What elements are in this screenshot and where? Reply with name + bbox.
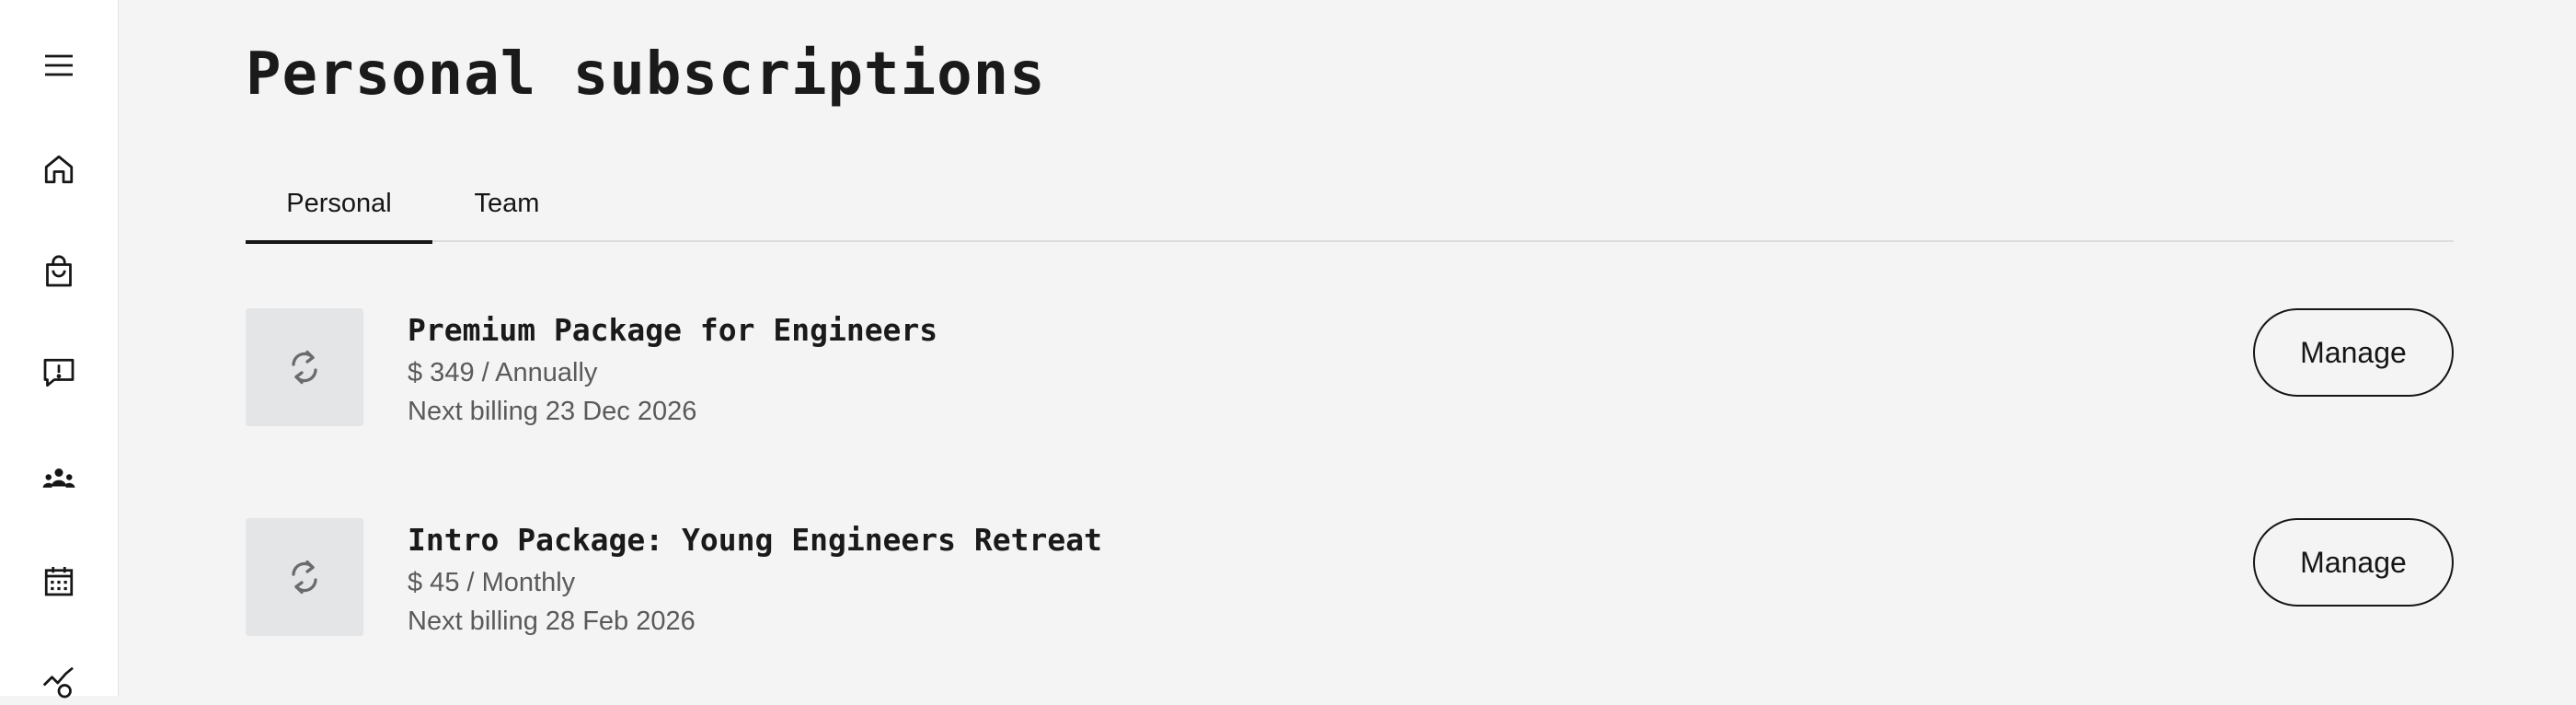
renew-icon <box>292 560 317 595</box>
menu-icon[interactable] <box>37 43 81 87</box>
renew-icon <box>292 350 317 385</box>
tab-personal[interactable]: Personal <box>246 166 432 244</box>
main-content: Personal subscriptions Personal Team Pre… <box>246 0 2454 696</box>
analytics-icon[interactable] <box>37 661 81 705</box>
page-title: Personal subscriptions <box>246 40 1046 109</box>
subscription-item: Intro Package: Young Engineers Retreat $… <box>246 518 2454 638</box>
subscription-price: $ 349 / Annually <box>408 358 598 387</box>
subscription-name: Intro Package: Young Engineers Retreat <box>408 522 1102 558</box>
tab-team[interactable]: Team <box>432 166 581 242</box>
home-icon[interactable] <box>37 147 81 191</box>
subscription-thumbnail <box>246 518 363 636</box>
subscription-name: Premium Package for Engineers <box>408 312 938 348</box>
subscription-next-billing: Next billing 23 Dec 2026 <box>408 397 697 426</box>
feedback-icon[interactable] <box>37 351 81 395</box>
sidebar <box>0 0 119 699</box>
team-icon[interactable] <box>37 457 81 502</box>
subscription-price: $ 45 / Monthly <box>408 568 576 597</box>
manage-button[interactable]: Manage <box>2253 308 2454 397</box>
subscription-thumbnail <box>246 308 363 426</box>
shopping-bag-icon[interactable] <box>37 249 81 294</box>
subscription-next-billing: Next billing 28 Feb 2026 <box>408 607 696 636</box>
calendar-icon[interactable] <box>37 559 81 603</box>
subscription-item: Premium Package for Engineers $ 349 / An… <box>246 308 2454 428</box>
tab-bar: Personal Team <box>246 166 2454 244</box>
manage-button[interactable]: Manage <box>2253 518 2454 607</box>
